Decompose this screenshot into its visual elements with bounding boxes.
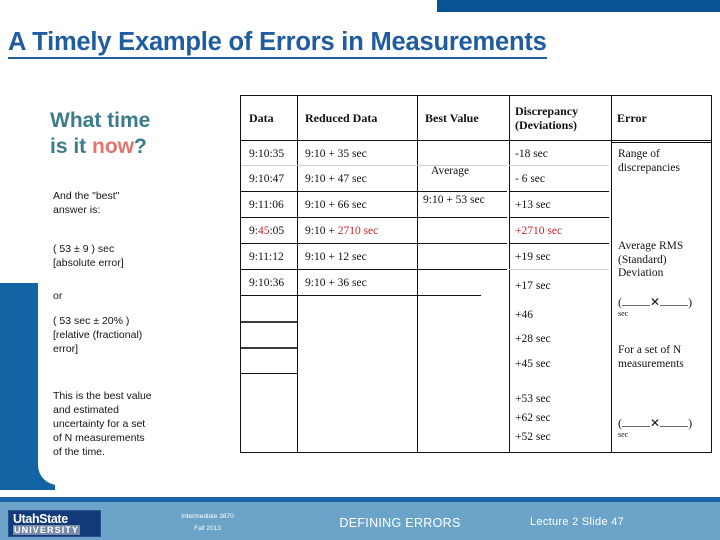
error-formula-2: (✕) sec — [618, 416, 692, 440]
data-cell-3-b: :05 — [269, 225, 285, 237]
lead-line2b: ? — [134, 134, 147, 158]
disc-cell-10: +62 sec — [515, 412, 551, 424]
table-row-rule-4 — [241, 243, 507, 245]
data-cell-5: 9:10:36 — [249, 277, 285, 289]
course-name: Intermediate 3870 — [181, 513, 234, 520]
header-error: Error — [617, 111, 647, 125]
formula-2-blank-b — [660, 416, 689, 427]
header-discrepancy: Discrepancy (Deviations) — [515, 104, 579, 133]
course-term: Fall 2013 — [194, 525, 221, 533]
error-formula-1: (✕) sec — [618, 295, 692, 319]
disc-rule-1 — [509, 165, 609, 166]
table-row-rule-9 — [241, 373, 297, 375]
university-logo: UtahState UNIVERSITY — [8, 510, 101, 537]
error-set-note: For a set of N measurements — [618, 344, 684, 370]
logo-line-1: UtahState — [13, 512, 68, 526]
slide-footer: UtahState UNIVERSITY Intermediate 3870 F… — [0, 497, 720, 540]
disc-cell-9: +53 sec — [515, 393, 551, 405]
disc-cell-3: +2710 sec — [515, 225, 563, 237]
page-title-text: A Timely Example of Errors in Measuremen… — [8, 28, 547, 59]
reduced-cell-5: 9:10 + 36 sec — [305, 277, 367, 289]
disc-rule-5 — [509, 269, 609, 270]
measurements-table: Data Reduced Data Best Value Discrepancy… — [240, 95, 712, 453]
reduced-cell-2: 9:10 + 66 sec — [305, 199, 367, 211]
header-best-value: Best Value — [425, 111, 479, 125]
data-cell-2: 9:11:06 — [249, 199, 284, 211]
slide-root: A Timely Example of Errors in Measuremen… — [0, 0, 720, 540]
disc-cell-5: +17 sec — [515, 280, 551, 292]
reduced-cell-3-red: 2710 sec — [337, 225, 379, 237]
reduced-cell-1: 9:10 + 47 sec — [305, 173, 367, 185]
data-cell-4: 9:11:12 — [249, 251, 284, 263]
disc-cell-2: +13 sec — [515, 199, 551, 211]
formula-1-close: ) — [688, 295, 693, 309]
reduced-cell-3: 9:10 + 2710 sec — [305, 225, 378, 239]
footer-lecture-slide: Lecture 2 Slide 47 — [530, 516, 625, 528]
paragraph-summary: This is the best value and estimated unc… — [53, 390, 152, 458]
table-col-divider-2 — [417, 96, 419, 452]
lead-question: What time is it now? — [50, 108, 235, 159]
formula-1-blank-b — [660, 295, 689, 306]
table-col-divider-4 — [611, 96, 613, 452]
disc-rule-4 — [509, 243, 609, 245]
reduced-cell-4: 9:10 + 12 sec — [305, 251, 367, 263]
err-rule-1 — [611, 142, 711, 144]
formula-2-blank-a — [622, 416, 650, 427]
header-data: Data — [249, 111, 274, 125]
top-accent-bar — [437, 0, 720, 12]
disc-cell-6: +46 — [515, 309, 533, 321]
disc-cell-1: - 6 sec — [515, 173, 546, 185]
footer-band: UtahState UNIVERSITY Intermediate 3870 F… — [0, 502, 720, 540]
error-rms-note: Average RMS (Standard) Deviation — [618, 240, 684, 280]
page-title: A Timely Example of Errors in Measuremen… — [8, 28, 714, 59]
header-reduced-data: Reduced Data — [305, 111, 378, 125]
data-cell-3: 9:45:05 — [249, 225, 284, 239]
error-range-note: Range of discrepancies — [618, 148, 680, 174]
table-row-rule-2 — [241, 191, 507, 193]
data-cell-3-red: 45 — [257, 225, 270, 237]
table-col-divider-3 — [509, 96, 511, 452]
disc-cell-8: +45 sec — [515, 358, 551, 370]
table-row-rule-6 — [241, 295, 481, 297]
paragraph-best-answer: And the "best" answer is: — [53, 190, 120, 216]
table-header-rule — [241, 140, 711, 142]
formula-2-close: ) — [688, 416, 693, 430]
lead-line2a: is it — [50, 134, 93, 158]
footer-section-title: DEFINING ERRORS — [339, 516, 461, 530]
paragraph-or: or — [53, 290, 63, 302]
disc-cell-0: -18 sec — [515, 148, 548, 160]
formula-2-op: ✕ — [650, 416, 661, 430]
lead-line1: What time — [50, 109, 151, 132]
disc-rule-3 — [509, 217, 609, 219]
formula-1-blank-a — [622, 295, 650, 306]
formula-1-unit: sec — [618, 309, 629, 319]
formula-2-unit: sec — [618, 430, 629, 440]
data-cell-1: 9:10:47 — [249, 173, 285, 185]
reduced-cell-0: 9:10 + 35 sec — [305, 148, 367, 160]
disc-rule-2 — [509, 191, 609, 193]
data-cell-0: 9:10:35 — [249, 148, 285, 160]
formula-1-op: ✕ — [650, 295, 661, 309]
disc-cell-4: +19 sec — [515, 251, 551, 263]
paragraph-relative-error: ( 53 sec ± 20% ) [relative (fractional) … — [53, 315, 143, 355]
table-row-rule-7 — [241, 321, 297, 323]
table-row-rule-5 — [241, 269, 507, 271]
course-info: Intermediate 3870 Fall 2013 — [150, 511, 265, 536]
best-value-label: Average — [431, 165, 470, 177]
paragraph-absolute-error: ( 53 ± 9 ) sec [absolute error] — [53, 243, 124, 269]
data-cell-3-a: 9: — [249, 225, 258, 237]
reduced-cell-3-prefix: 9:10 + — [305, 225, 338, 237]
logo-line-2: UNIVERSITY — [13, 525, 81, 535]
disc-cell-7: +28 sec — [515, 333, 551, 345]
table-col-divider-1 — [297, 96, 299, 452]
best-value-result: 9:10 + 53 sec — [423, 194, 485, 206]
disc-cell-11: +52 sec — [515, 431, 551, 443]
lead-accent-now: now — [92, 134, 135, 158]
table-row-rule-3 — [241, 217, 507, 219]
table-row-rule-8 — [241, 347, 297, 349]
